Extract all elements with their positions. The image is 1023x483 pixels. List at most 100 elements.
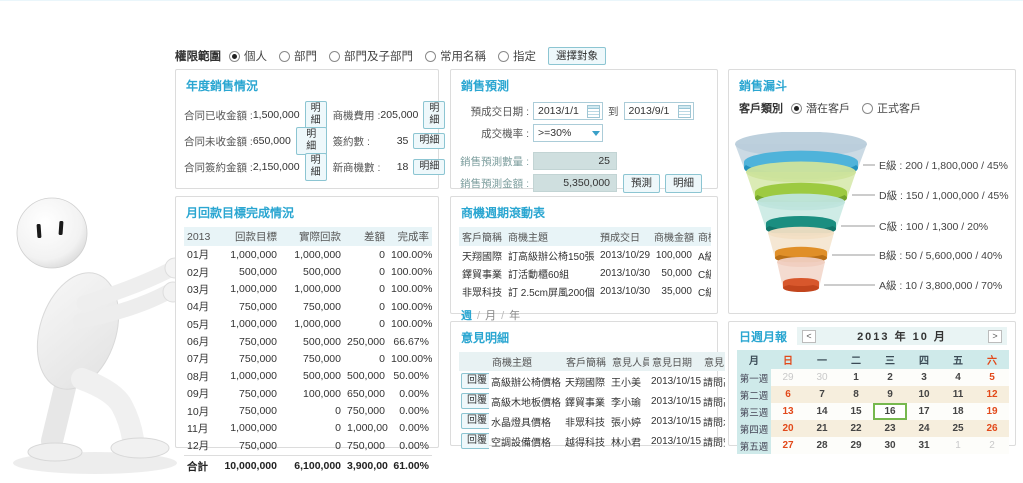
calendar-day-cell[interactable]: 29	[771, 369, 805, 386]
calendar-day-cell[interactable]: 11	[941, 386, 975, 403]
calendar-week-label: 第五週	[737, 437, 771, 454]
calendar-icon[interactable]	[678, 105, 691, 118]
monthly-row: 02月500,000500,0000100.00%	[184, 263, 432, 280]
detail-button[interactable]: 明細	[413, 133, 445, 149]
calendar-day-cell[interactable]: 7	[805, 386, 839, 403]
reply-button[interactable]: 回覆	[461, 433, 489, 449]
radio-icon[interactable]	[498, 51, 509, 62]
date-from-input[interactable]: 2013/1/1	[533, 102, 603, 120]
calendar-day-cell[interactable]: 27	[771, 437, 805, 454]
permission-option-1[interactable]: 部門	[279, 48, 317, 64]
calendar-day-cell[interactable]: 8	[839, 386, 873, 403]
calendar-grid: 月日一二三四五六第一週293012345第二週6789101112第三週1314…	[737, 350, 1009, 454]
reply-button[interactable]: 回覆	[461, 413, 489, 429]
radio-icon[interactable]	[791, 103, 802, 114]
predict-button[interactable]: 預測	[623, 174, 660, 193]
monthly-cell: 50.00%	[388, 368, 432, 385]
pipeline-row[interactable]: 非眾科技訂 2.5cm屏風200個2013/10/3035,000C級	[459, 282, 711, 300]
calendar-day-cell[interactable]: 1	[941, 437, 975, 454]
calendar-week-row: 第四週20212223242526	[737, 420, 1009, 437]
customer-category-option-1[interactable]: 正式客戶	[862, 100, 921, 116]
calendar-day-cell[interactable]: 5	[975, 369, 1009, 386]
pipeline-row[interactable]: 鐸貿事業訂活動櫃60組2013/10/3050,000C級	[459, 264, 711, 282]
calendar-day-cell[interactable]: 3	[907, 369, 941, 386]
report-calendar-title: 日週月報	[739, 328, 787, 345]
calendar-day-cell[interactable]: 12	[975, 386, 1009, 403]
calendar-day-cell[interactable]: 23	[873, 420, 907, 437]
monthly-cell: 1,000,000	[280, 246, 344, 263]
detail-button[interactable]: 明細	[413, 159, 445, 175]
radio-icon[interactable]	[329, 51, 340, 62]
detail-button[interactable]: 明細	[296, 127, 327, 155]
permission-option-3[interactable]: 常用名稱	[425, 48, 486, 64]
calendar-day-cell[interactable]: 25	[941, 420, 975, 437]
detail-button[interactable]: 明細	[305, 101, 327, 129]
calendar-day-header: 五	[941, 350, 975, 369]
calendar-day-header: 二	[839, 350, 873, 369]
monthly-cell: 100.00%	[388, 316, 432, 333]
calendar-day-cell[interactable]: 21	[805, 420, 839, 437]
calendar-day-cell[interactable]: 14	[805, 403, 839, 420]
monthly-cell: 09月	[184, 385, 216, 402]
monthly-cell: 250,000	[344, 333, 388, 350]
calendar-day-cell[interactable]: 22	[839, 420, 873, 437]
date-to-input[interactable]: 2013/9/1	[624, 102, 694, 120]
calendar-week-label: 第三週	[737, 403, 771, 420]
radio-icon[interactable]	[425, 51, 436, 62]
calendar-day-cell[interactable]: 17	[907, 403, 941, 420]
select-target-button[interactable]: 選擇對象	[548, 47, 606, 66]
monthly-total-cell: 10,000,000	[216, 455, 280, 475]
pipeline-row[interactable]: 天翔國際訂高級辦公椅150張2013/10/29100,000A級	[459, 246, 711, 264]
calendar-day-cell[interactable]: 26	[975, 420, 1009, 437]
calendar-day-cell[interactable]: 24	[907, 420, 941, 437]
calendar-prev-button[interactable]: <	[802, 330, 816, 343]
calendar-next-button[interactable]: >	[988, 330, 1002, 343]
calendar-icon[interactable]	[587, 105, 600, 118]
calendar-day-cell[interactable]: 15	[839, 403, 873, 420]
monthly-cell: 1,000,000	[344, 420, 388, 437]
permission-toolbar: 權限範圍 個人部門部門及子部門常用名稱指定 選擇對象	[175, 46, 606, 66]
calendar-day-cell[interactable]: 10	[907, 386, 941, 403]
forecast-detail-button[interactable]: 明細	[665, 174, 702, 193]
calendar-day-cell[interactable]: 9	[873, 386, 907, 403]
customer-category-label: 客戶類別	[739, 100, 783, 116]
calendar-day-cell[interactable]: 19	[975, 403, 1009, 420]
calendar-day-cell[interactable]: 31	[907, 437, 941, 454]
calendar-day-cell[interactable]: 13	[771, 403, 805, 420]
calendar-day-cell[interactable]: 28	[805, 437, 839, 454]
calendar-day-cell[interactable]: 30	[805, 369, 839, 386]
detail-button[interactable]: 明細	[305, 153, 327, 181]
calendar-day-cell[interactable]: 1	[839, 369, 873, 386]
radio-icon[interactable]	[862, 103, 873, 114]
detail-button[interactable]: 明細	[423, 101, 445, 129]
customer-category-option-label: 正式客戶	[877, 100, 921, 116]
radio-icon[interactable]	[229, 51, 240, 62]
calendar-day-cell[interactable]: 2	[975, 437, 1009, 454]
calendar-day-cell[interactable]: 4	[941, 369, 975, 386]
monthly-row: 12月750,0000750,0000.00%	[184, 437, 432, 455]
customer-category-option-0[interactable]: 潛在客戶	[791, 100, 850, 116]
permission-option-2[interactable]: 部門及子部門	[329, 48, 413, 64]
calendar-day-cell[interactable]: 2	[873, 369, 907, 386]
permission-option-4[interactable]: 指定	[498, 48, 536, 64]
funnel-level-label: C級 : 100 / 1,300 / 20%	[879, 219, 988, 234]
permission-option-0[interactable]: 個人	[229, 48, 267, 64]
chevron-down-icon[interactable]	[592, 131, 600, 136]
calendar-day-cell[interactable]: 18	[941, 403, 975, 420]
calendar-day-cell[interactable]: 29	[839, 437, 873, 454]
calendar-day-cell[interactable]: 20	[771, 420, 805, 437]
forecast-qty-value: 25	[533, 152, 617, 170]
calendar-day-cell[interactable]: 6	[771, 386, 805, 403]
calendar-day-header: 四	[907, 350, 941, 369]
opinion-row: 回覆高級辦公椅價格天翔國際王小美2013/10/15請問高	[459, 371, 725, 391]
monthly-row: 04月750,000750,0000100.00%	[184, 298, 432, 315]
calendar-day-cell[interactable]: 16	[873, 403, 907, 420]
calendar-week-row: 第三週13141516171819	[737, 403, 1009, 420]
opinion-cell: 天翔國際	[563, 371, 609, 391]
probability-select[interactable]: >=30%	[533, 124, 603, 142]
radio-icon[interactable]	[279, 51, 290, 62]
calendar-day-cell[interactable]: 30	[873, 437, 907, 454]
reply-button[interactable]: 回覆	[461, 373, 489, 389]
reply-button[interactable]: 回覆	[461, 393, 489, 409]
annual-left-column: 合同已收金額 :1,500,000明細合同未收金額 :650,000明細合同簽約…	[184, 102, 327, 180]
